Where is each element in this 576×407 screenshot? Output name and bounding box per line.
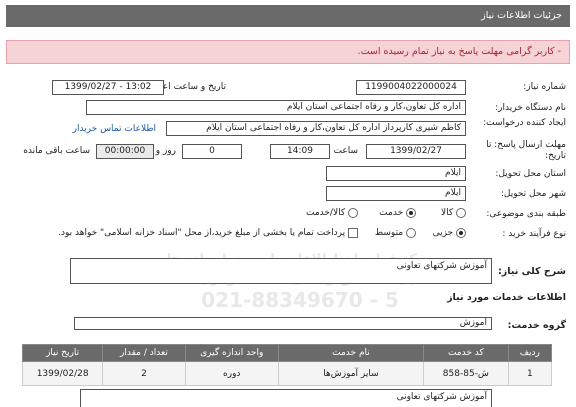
treasury-payment-option[interactable]: پرداخت تمام یا بخشی از مبلغ خرید،از محل … <box>58 228 358 239</box>
col-header-row-number: ردیف <box>507 344 553 362</box>
creator-field[interactable]: کاظم شیری کارپرداز اداره کل تعاون،کار و … <box>166 121 466 136</box>
page-header: جزئیات اطلاعات نیاز <box>6 5 570 27</box>
deadline-alert: - کاربر گرامی مهلت پاسخ به نیاز تمام رسی… <box>6 40 570 64</box>
remaining-field[interactable]: 00:00:00 <box>96 144 154 159</box>
buyer-field[interactable]: اداره کل تعاون،کار و رفاه اجتماعی استان … <box>86 100 466 115</box>
days-field[interactable]: 0 <box>182 144 242 159</box>
need-number-field[interactable]: 1199004022000024 <box>356 80 466 95</box>
category-option-goods[interactable]: کالا <box>441 208 466 219</box>
category-label: طبقه بندی موضوعی: <box>486 209 566 219</box>
purchase-option-medium[interactable]: متوسط <box>375 228 416 239</box>
deadline-date-field[interactable]: 1399/02/27 <box>366 144 466 159</box>
deadline-time-field[interactable]: 14:09 <box>270 144 330 159</box>
city-field[interactable]: ایلام <box>326 186 466 201</box>
summary-label: شرح کلی نیاز: <box>497 266 566 277</box>
service-group-field[interactable]: آموزش <box>74 317 492 330</box>
table-header-row: ردیف کد خدمت نام خدمت واحد اندازه گیری ت… <box>21 344 553 362</box>
services-table: ردیف کد خدمت نام خدمت واحد اندازه گیری ت… <box>21 344 553 386</box>
announce-field[interactable]: 1399/02/27 - 13:02 <box>52 80 164 95</box>
buyer-contact-link[interactable]: اطلاعات تماس خریدار <box>73 124 156 134</box>
cell-need-date: 1399/02/28 <box>21 361 104 386</box>
alert-text: - کاربر گرامی مهلت پاسخ به نیاز تمام رسی… <box>357 46 561 57</box>
treasury-checkbox[interactable] <box>348 228 358 238</box>
col-header-service-code: کد خدمت <box>423 344 509 362</box>
services-heading: اطلاعات خدمات مورد نیاز <box>447 292 566 303</box>
service-group-label: گروه خدمت: <box>507 320 566 331</box>
city-label: شهر محل تحویل: <box>500 189 566 199</box>
need-number-label: شماره نیاز: <box>523 82 566 92</box>
creator-label: ایجاد کننده درخواست: <box>483 118 566 128</box>
summary-field[interactable]: آموزش شرکتهای تعاونی <box>70 258 492 284</box>
col-header-need-date: تاریخ نیاز <box>21 344 104 362</box>
radio-service[interactable] <box>406 208 416 218</box>
cell-quantity: 2 <box>102 361 186 386</box>
radio-goods[interactable] <box>456 208 466 218</box>
buyer-label: نام دستگاه خریدار: <box>495 103 566 113</box>
days-label: روز و <box>155 146 176 156</box>
col-header-quantity: تعداد / مقدار <box>102 344 186 362</box>
radio-minor[interactable] <box>456 228 466 238</box>
remaining-label: ساعت باقی مانده <box>23 146 90 156</box>
radio-goods-service[interactable] <box>348 208 358 218</box>
category-option-goods-service[interactable]: کالا/خدمت <box>306 208 358 219</box>
item-description-field[interactable]: آموزش شرکتهای تعاونی <box>80 389 492 407</box>
purchase-type-label: نوع فرآیند خرید : <box>502 229 566 239</box>
cell-unit: دوره <box>184 361 279 386</box>
province-label: استان محل تحویل: <box>495 169 566 179</box>
page-title: جزئیات اطلاعات نیاز <box>481 10 562 21</box>
watermark-phone: 021-88349670 - 5 <box>201 288 399 312</box>
item-description-text: آموزش شرکتهای تعاونی <box>396 392 487 402</box>
deadline-label: مهلت ارسال پاسخ: تا تاریخ: <box>486 140 566 161</box>
cell-row-number: 1 <box>507 361 553 386</box>
cell-service-code: ش-85-858 <box>423 361 509 386</box>
province-field[interactable]: ایلام <box>326 166 466 181</box>
purchase-option-minor[interactable]: جزیی <box>433 228 466 239</box>
col-header-service-name: نام خدمت <box>277 344 425 362</box>
table-row[interactable]: 1 ش-85-858 سایر آموزش‌ها دوره 2 1399/02/… <box>21 361 553 386</box>
time-label: ساعت <box>333 146 359 156</box>
category-option-service[interactable]: خدمت <box>379 208 416 219</box>
summary-text: آموزش شرکتهای تعاونی <box>396 261 487 271</box>
cell-service-name: سایر آموزش‌ها <box>277 361 425 386</box>
radio-medium[interactable] <box>406 228 416 238</box>
col-header-unit: واحد اندازه گیری <box>184 344 279 362</box>
